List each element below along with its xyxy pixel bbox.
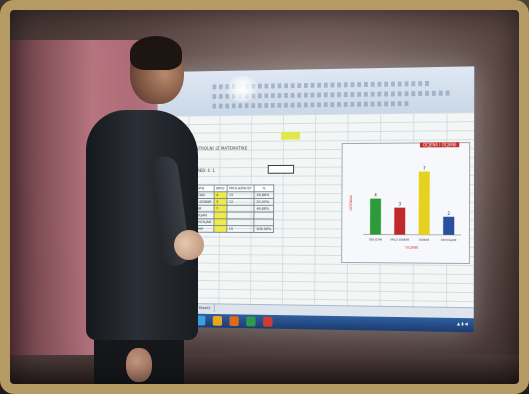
chart-bar (418, 171, 430, 235)
ribbon-row (212, 101, 412, 109)
student-lower-hand (126, 348, 152, 382)
system-tray: ▲ ▮ ◀ (456, 320, 468, 327)
data-label: 2 (447, 211, 450, 216)
data-label: 3 (399, 202, 402, 207)
floor-shadow (0, 355, 529, 394)
category-label: ODLIČAN (369, 236, 382, 241)
category-label: DOBAR (419, 238, 430, 242)
app-icon[interactable] (263, 316, 273, 327)
table-cell: 46,66% (253, 205, 274, 213)
chart-title: OCJENA I OCJENE (419, 142, 460, 148)
table-cell: 15 (226, 225, 254, 233)
x-axis-label: OCJENE (405, 246, 418, 250)
table-cell: 15 (226, 191, 255, 199)
table-cell: 26,66% (254, 191, 274, 199)
class-input-box (267, 164, 295, 174)
chart-canvas: 4 ODLIČAN 3 VRLO DOBAR 7 DOBAR 2 DOVOLJAN OCJENE… (348, 165, 469, 250)
student-presenting (86, 36, 216, 394)
category-label: DOVOLJAN (441, 238, 457, 242)
table-header: PROLAZNOST (226, 184, 255, 192)
data-label: 7 (423, 165, 426, 170)
student-hair (130, 36, 182, 70)
table-cell: 100,00% (253, 225, 274, 233)
y-axis-label: UČENIKA (348, 195, 353, 211)
chart-bar (394, 207, 406, 235)
bar-chart: OCJENA I OCJENE 4 ODLIČAN 3 VRLO DOBAR 7 DOBA… (341, 142, 471, 265)
chart-bar (370, 198, 382, 235)
table-header: % (254, 184, 274, 192)
table-cell: 20,00% (254, 198, 274, 206)
excel-icon[interactable] (246, 316, 256, 327)
category-label: VRLO DOBAR (390, 237, 409, 241)
data-label: 4 (374, 193, 377, 198)
classroom-photo: KONTROLNI IZ MATEMATIKE RAZRED: 4. 1. OC… (0, 0, 529, 394)
chart-bar (443, 216, 455, 235)
highlighted-cell (281, 131, 300, 140)
table-cell: 12 (226, 198, 255, 206)
media-icon[interactable] (229, 316, 239, 327)
